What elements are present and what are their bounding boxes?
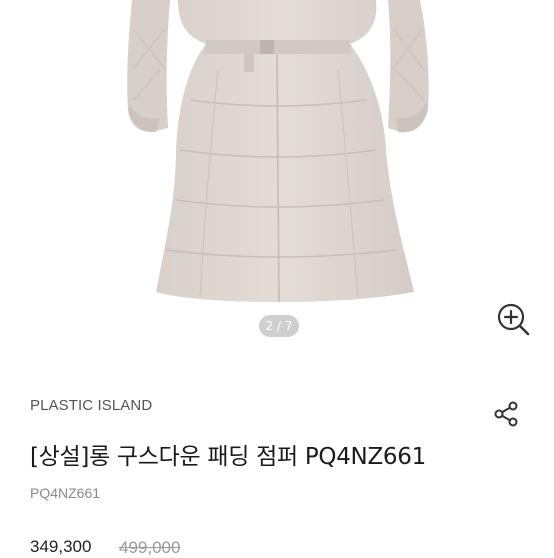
- share-icon[interactable]: [492, 400, 520, 428]
- product-image-gallery[interactable]: 2 / 7: [0, 0, 554, 368]
- zoom-in-icon[interactable]: [494, 300, 532, 338]
- image-counter: 2 / 7: [259, 315, 299, 337]
- product-image: [127, 0, 429, 303]
- original-price: 499,000: [119, 538, 181, 557]
- sale-price: 349,300: [30, 537, 92, 556]
- brand-name[interactable]: PLASTIC ISLAND: [30, 397, 152, 414]
- product-title: [상설]롱 구스다운 패딩 점퍼 PQ4NZ661: [30, 444, 426, 470]
- model-code: PQ4NZ661: [30, 485, 101, 501]
